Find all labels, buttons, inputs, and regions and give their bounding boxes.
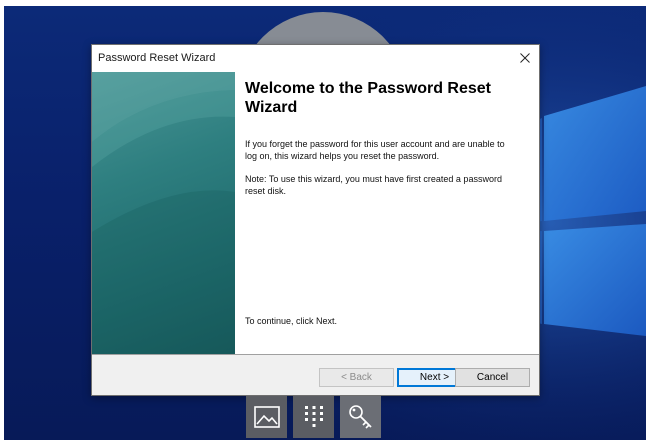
- sign-in-options: [246, 396, 381, 438]
- close-button[interactable]: [511, 45, 539, 71]
- password-reset-wizard-dialog: Password Reset Wizard Welcome to the Pas…: [91, 44, 540, 396]
- wizard-side-banner: [92, 72, 235, 354]
- picture-password-option[interactable]: [246, 396, 287, 438]
- picture-icon: [253, 406, 280, 428]
- wizard-description: If you forget the password for this user…: [245, 139, 505, 161]
- wizard-button-bar: < Back Next > Cancel: [92, 355, 539, 395]
- pin-option[interactable]: [293, 396, 334, 438]
- cancel-button[interactable]: Cancel: [455, 368, 530, 387]
- close-icon: [520, 53, 530, 63]
- dialog-title: Password Reset Wizard: [98, 52, 216, 64]
- wizard-note: Note: To use this wizard, you must have …: [245, 174, 502, 196]
- wizard-heading: Welcome to the Password Reset Wizard: [245, 80, 491, 116]
- password-option[interactable]: [340, 396, 381, 438]
- back-button[interactable]: < Back: [319, 368, 394, 387]
- key-icon: [348, 405, 372, 429]
- dialog-titlebar: Password Reset Wizard: [92, 45, 539, 72]
- wizard-continue-hint: To continue, click Next.: [245, 316, 338, 326]
- pin-keypad-icon: [304, 406, 323, 427]
- banner-swoosh: [92, 72, 235, 354]
